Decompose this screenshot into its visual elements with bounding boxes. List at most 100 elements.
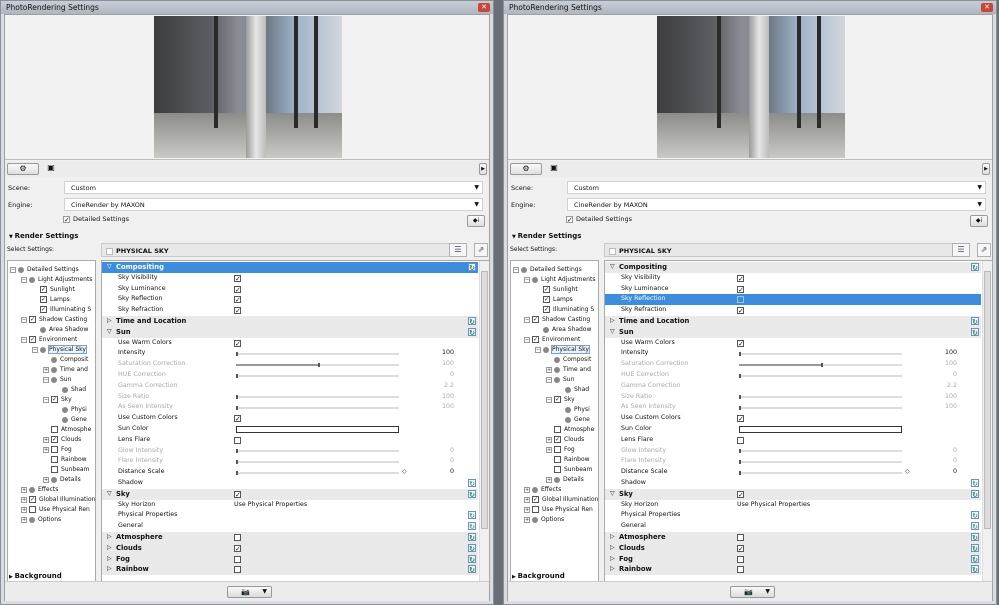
property-row[interactable]: Sky Visibility ✓ bbox=[102, 273, 478, 284]
expand-triangle-icon[interactable]: ▷ bbox=[107, 543, 112, 554]
tree-checkbox[interactable] bbox=[51, 446, 58, 453]
tree-checkbox[interactable]: ✓ bbox=[40, 286, 47, 293]
scrollbar[interactable] bbox=[479, 261, 489, 584]
property-row[interactable]: Sky Horizon Use Physical Properties bbox=[605, 500, 981, 511]
collapse-triangle-icon[interactable]: ▽ bbox=[107, 262, 112, 273]
property-row[interactable]: Sky Horizon Use Physical Properties bbox=[102, 500, 478, 511]
tree-checkbox[interactable]: ✓ bbox=[51, 436, 58, 443]
property-checkbox[interactable] bbox=[234, 534, 241, 541]
tree-checkbox[interactable] bbox=[51, 426, 58, 433]
property-row[interactable]: Intensity 100 bbox=[605, 348, 981, 359]
reset-icon[interactable]: ↻ bbox=[971, 565, 979, 574]
property-row[interactable]: Flare Intensity 0 bbox=[102, 456, 478, 467]
tree-item[interactable]: − Light Adjustments bbox=[21, 275, 92, 285]
section-header[interactable]: ▷ Clouds ✓ ↻ bbox=[102, 542, 478, 554]
property-row[interactable]: HUE Correction 0 bbox=[102, 370, 478, 381]
tree-item[interactable]: + Use Physical Ren bbox=[21, 505, 90, 515]
scrollbar[interactable] bbox=[982, 261, 992, 584]
reset-icon[interactable]: ↻ bbox=[971, 263, 979, 272]
tree-item[interactable]: ✓ Illuminating S bbox=[32, 305, 91, 315]
property-slider[interactable] bbox=[739, 351, 902, 356]
expand-icon[interactable]: + bbox=[524, 496, 530, 503]
expand-triangle-icon[interactable]: ▷ bbox=[107, 316, 112, 327]
scrollbar-thumb[interactable] bbox=[481, 271, 488, 529]
property-checkbox[interactable]: ✓ bbox=[737, 307, 744, 315]
tree-item[interactable]: Rainbow bbox=[43, 455, 87, 465]
reset-icon[interactable]: ↻ bbox=[971, 522, 979, 531]
list-view-icon[interactable]: ☰ bbox=[952, 243, 970, 257]
collapse-icon[interactable]: − bbox=[32, 346, 38, 353]
tree-item[interactable]: + Details bbox=[546, 475, 584, 485]
expand-icon[interactable]: + bbox=[524, 506, 530, 513]
camera-icon[interactable]: 📷 bbox=[744, 587, 753, 597]
reset-icon[interactable]: ↻ bbox=[971, 543, 979, 553]
tree-checkbox[interactable]: ✓ bbox=[29, 496, 36, 503]
tree-item[interactable]: Sunbeam bbox=[43, 465, 89, 475]
reset-icon[interactable]: ↻ bbox=[971, 554, 979, 564]
collapse-icon[interactable]: − bbox=[524, 316, 530, 323]
slider-arrow-icon[interactable]: ◇ bbox=[905, 467, 910, 478]
property-value[interactable]: 100 bbox=[925, 348, 957, 359]
tree-item[interactable]: − Sun bbox=[43, 375, 71, 385]
property-row[interactable]: Sun Color bbox=[102, 424, 478, 435]
settings-tab-button[interactable]: ⚙ bbox=[7, 163, 39, 175]
property-row[interactable]: Lens Flare bbox=[605, 435, 981, 446]
property-row[interactable]: Sky Reflection bbox=[605, 294, 981, 306]
slider-handle[interactable] bbox=[739, 351, 741, 356]
property-checkbox[interactable] bbox=[234, 555, 241, 563]
tree-checkbox[interactable]: ✓ bbox=[40, 306, 47, 313]
property-checkbox[interactable]: ✓ bbox=[234, 544, 241, 552]
collapse-triangle-icon[interactable]: ▽ bbox=[610, 327, 615, 338]
expand-icon[interactable]: + bbox=[43, 446, 49, 453]
scrollbar-thumb[interactable] bbox=[984, 271, 991, 529]
property-checkbox[interactable]: ✓ bbox=[737, 339, 744, 347]
property-slider[interactable] bbox=[739, 470, 902, 475]
tree-item[interactable]: Gene bbox=[54, 415, 87, 425]
expand-icon[interactable]: + bbox=[43, 476, 49, 483]
property-value[interactable]: 100 bbox=[422, 348, 454, 359]
tree-item[interactable]: Atmosphe bbox=[546, 425, 594, 435]
reset-icon[interactable]: ↻ bbox=[971, 489, 979, 499]
tree-checkbox[interactable]: ✓ bbox=[554, 396, 561, 403]
export-settings-icon[interactable]: ⇗ bbox=[474, 243, 488, 257]
tree-item[interactable]: Shad bbox=[557, 385, 589, 395]
scene-dropdown[interactable]: Custom ▼ bbox=[64, 181, 483, 194]
tree-item[interactable]: Area Shadow bbox=[32, 325, 88, 335]
tree-checkbox[interactable]: ✓ bbox=[532, 316, 539, 323]
property-row[interactable]: Glow Intensity 0 bbox=[102, 446, 478, 457]
tree-checkbox[interactable] bbox=[554, 426, 561, 433]
expand-triangle-icon[interactable]: ▷ bbox=[610, 554, 615, 565]
background-section[interactable]: ▶ Background bbox=[512, 572, 565, 580]
render-settings-heading[interactable]: ▼ Render Settings bbox=[512, 232, 581, 240]
property-row[interactable]: Use Warm Colors ✓ bbox=[605, 338, 981, 349]
tree-item[interactable]: Area Shadow bbox=[535, 325, 591, 335]
property-row[interactable]: Sky Refraction ✓ bbox=[102, 305, 478, 316]
property-row[interactable]: Physical Properties ↻ bbox=[605, 510, 981, 521]
tree-item[interactable]: + ✓ Global Illumination bbox=[524, 495, 598, 505]
expand-triangle-icon[interactable]: ▷ bbox=[610, 316, 615, 327]
tree-item[interactable]: Physi bbox=[54, 405, 87, 415]
section-header[interactable]: ▷ Fog ↻ bbox=[605, 553, 981, 565]
tree-item[interactable]: + Fog bbox=[43, 445, 72, 455]
reset-icon[interactable]: ↻ bbox=[971, 511, 979, 520]
section-header[interactable]: ▽ Compositing ↻ bbox=[605, 262, 981, 273]
section-header[interactable]: ▽ Sky ✓ ↻ bbox=[102, 488, 478, 500]
property-checkbox[interactable]: ✓ bbox=[234, 415, 241, 423]
property-row[interactable]: Size Ratio 100 bbox=[102, 392, 478, 403]
color-swatch[interactable] bbox=[739, 425, 902, 433]
section-header[interactable]: ▽ Sun ↻ bbox=[102, 326, 478, 338]
tree-item[interactable]: − Physical Sky bbox=[535, 345, 590, 355]
reset-icon[interactable]: ↻ bbox=[971, 533, 979, 542]
property-row[interactable]: Gamma Correction 2.2 bbox=[605, 381, 981, 392]
property-value[interactable]: 0 bbox=[422, 467, 454, 478]
camera-icon[interactable]: 📷 bbox=[241, 587, 250, 597]
tree-checkbox[interactable] bbox=[532, 506, 539, 513]
collapse-icon[interactable]: − bbox=[21, 316, 27, 323]
expand-icon[interactable]: + bbox=[21, 486, 27, 493]
tree-checkbox[interactable]: ✓ bbox=[543, 306, 550, 313]
tree-item[interactable]: Composit bbox=[546, 355, 591, 365]
reset-icon[interactable]: ↻ bbox=[468, 489, 476, 499]
tree-item[interactable]: − ✓ Shadow Casting bbox=[524, 315, 590, 325]
property-row[interactable]: Use Custom Colors ✓ bbox=[605, 413, 981, 424]
property-row[interactable]: Glow Intensity 0 bbox=[605, 446, 981, 457]
